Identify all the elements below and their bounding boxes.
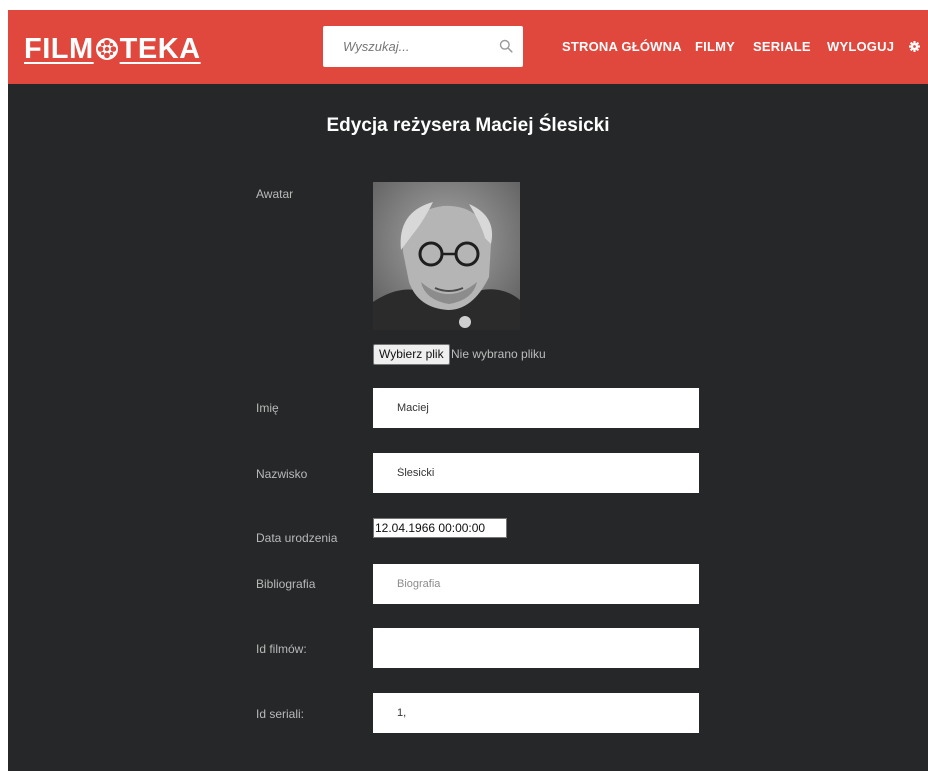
avatar-label: Awatar xyxy=(256,187,294,201)
nav-link-films[interactable]: FILMY xyxy=(695,39,735,54)
page-title: Edycja reżysera Maciej Ślesicki xyxy=(326,115,610,136)
avatar-image xyxy=(373,182,520,330)
choose-file-button[interactable]: Wybierz plik xyxy=(373,344,450,365)
gear-icon[interactable] xyxy=(909,41,920,52)
bio-label: Bibliografia xyxy=(256,577,316,591)
file-status-text: Nie wybrano pliku xyxy=(451,347,546,361)
nav-link-home[interactable]: STRONA GŁÓWNA xyxy=(562,39,682,54)
logo-text-right: TEKA xyxy=(119,33,201,65)
search-icon[interactable] xyxy=(499,39,513,53)
birth-date-label: Data urodzenia xyxy=(256,531,338,545)
search-box xyxy=(323,26,523,67)
series-ids-field[interactable] xyxy=(373,693,699,733)
first-name-label: Imię xyxy=(256,401,279,415)
film-reel-icon xyxy=(95,38,118,60)
film-ids-label: Id filmów: xyxy=(256,642,307,656)
film-ids-field[interactable] xyxy=(373,628,699,668)
last-name-field[interactable] xyxy=(373,453,699,493)
search-input[interactable] xyxy=(323,26,503,67)
bio-field[interactable] xyxy=(373,564,699,604)
birth-date-field[interactable] xyxy=(373,518,507,538)
series-ids-label: Id seriali: xyxy=(256,707,305,721)
first-name-field[interactable] xyxy=(373,388,699,428)
page-frame: FILM TEKA STRONA GŁÓWNA FI xyxy=(8,10,928,771)
last-name-label: Nazwisko xyxy=(256,467,308,481)
nav-link-logout[interactable]: WYLOGUJ xyxy=(827,39,894,54)
navbar: FILM TEKA STRONA GŁÓWNA FI xyxy=(8,10,928,84)
nav-link-series[interactable]: SERIALE xyxy=(753,39,811,54)
logo-text-left: FILM xyxy=(24,33,94,65)
logo[interactable]: FILM TEKA xyxy=(24,32,201,66)
